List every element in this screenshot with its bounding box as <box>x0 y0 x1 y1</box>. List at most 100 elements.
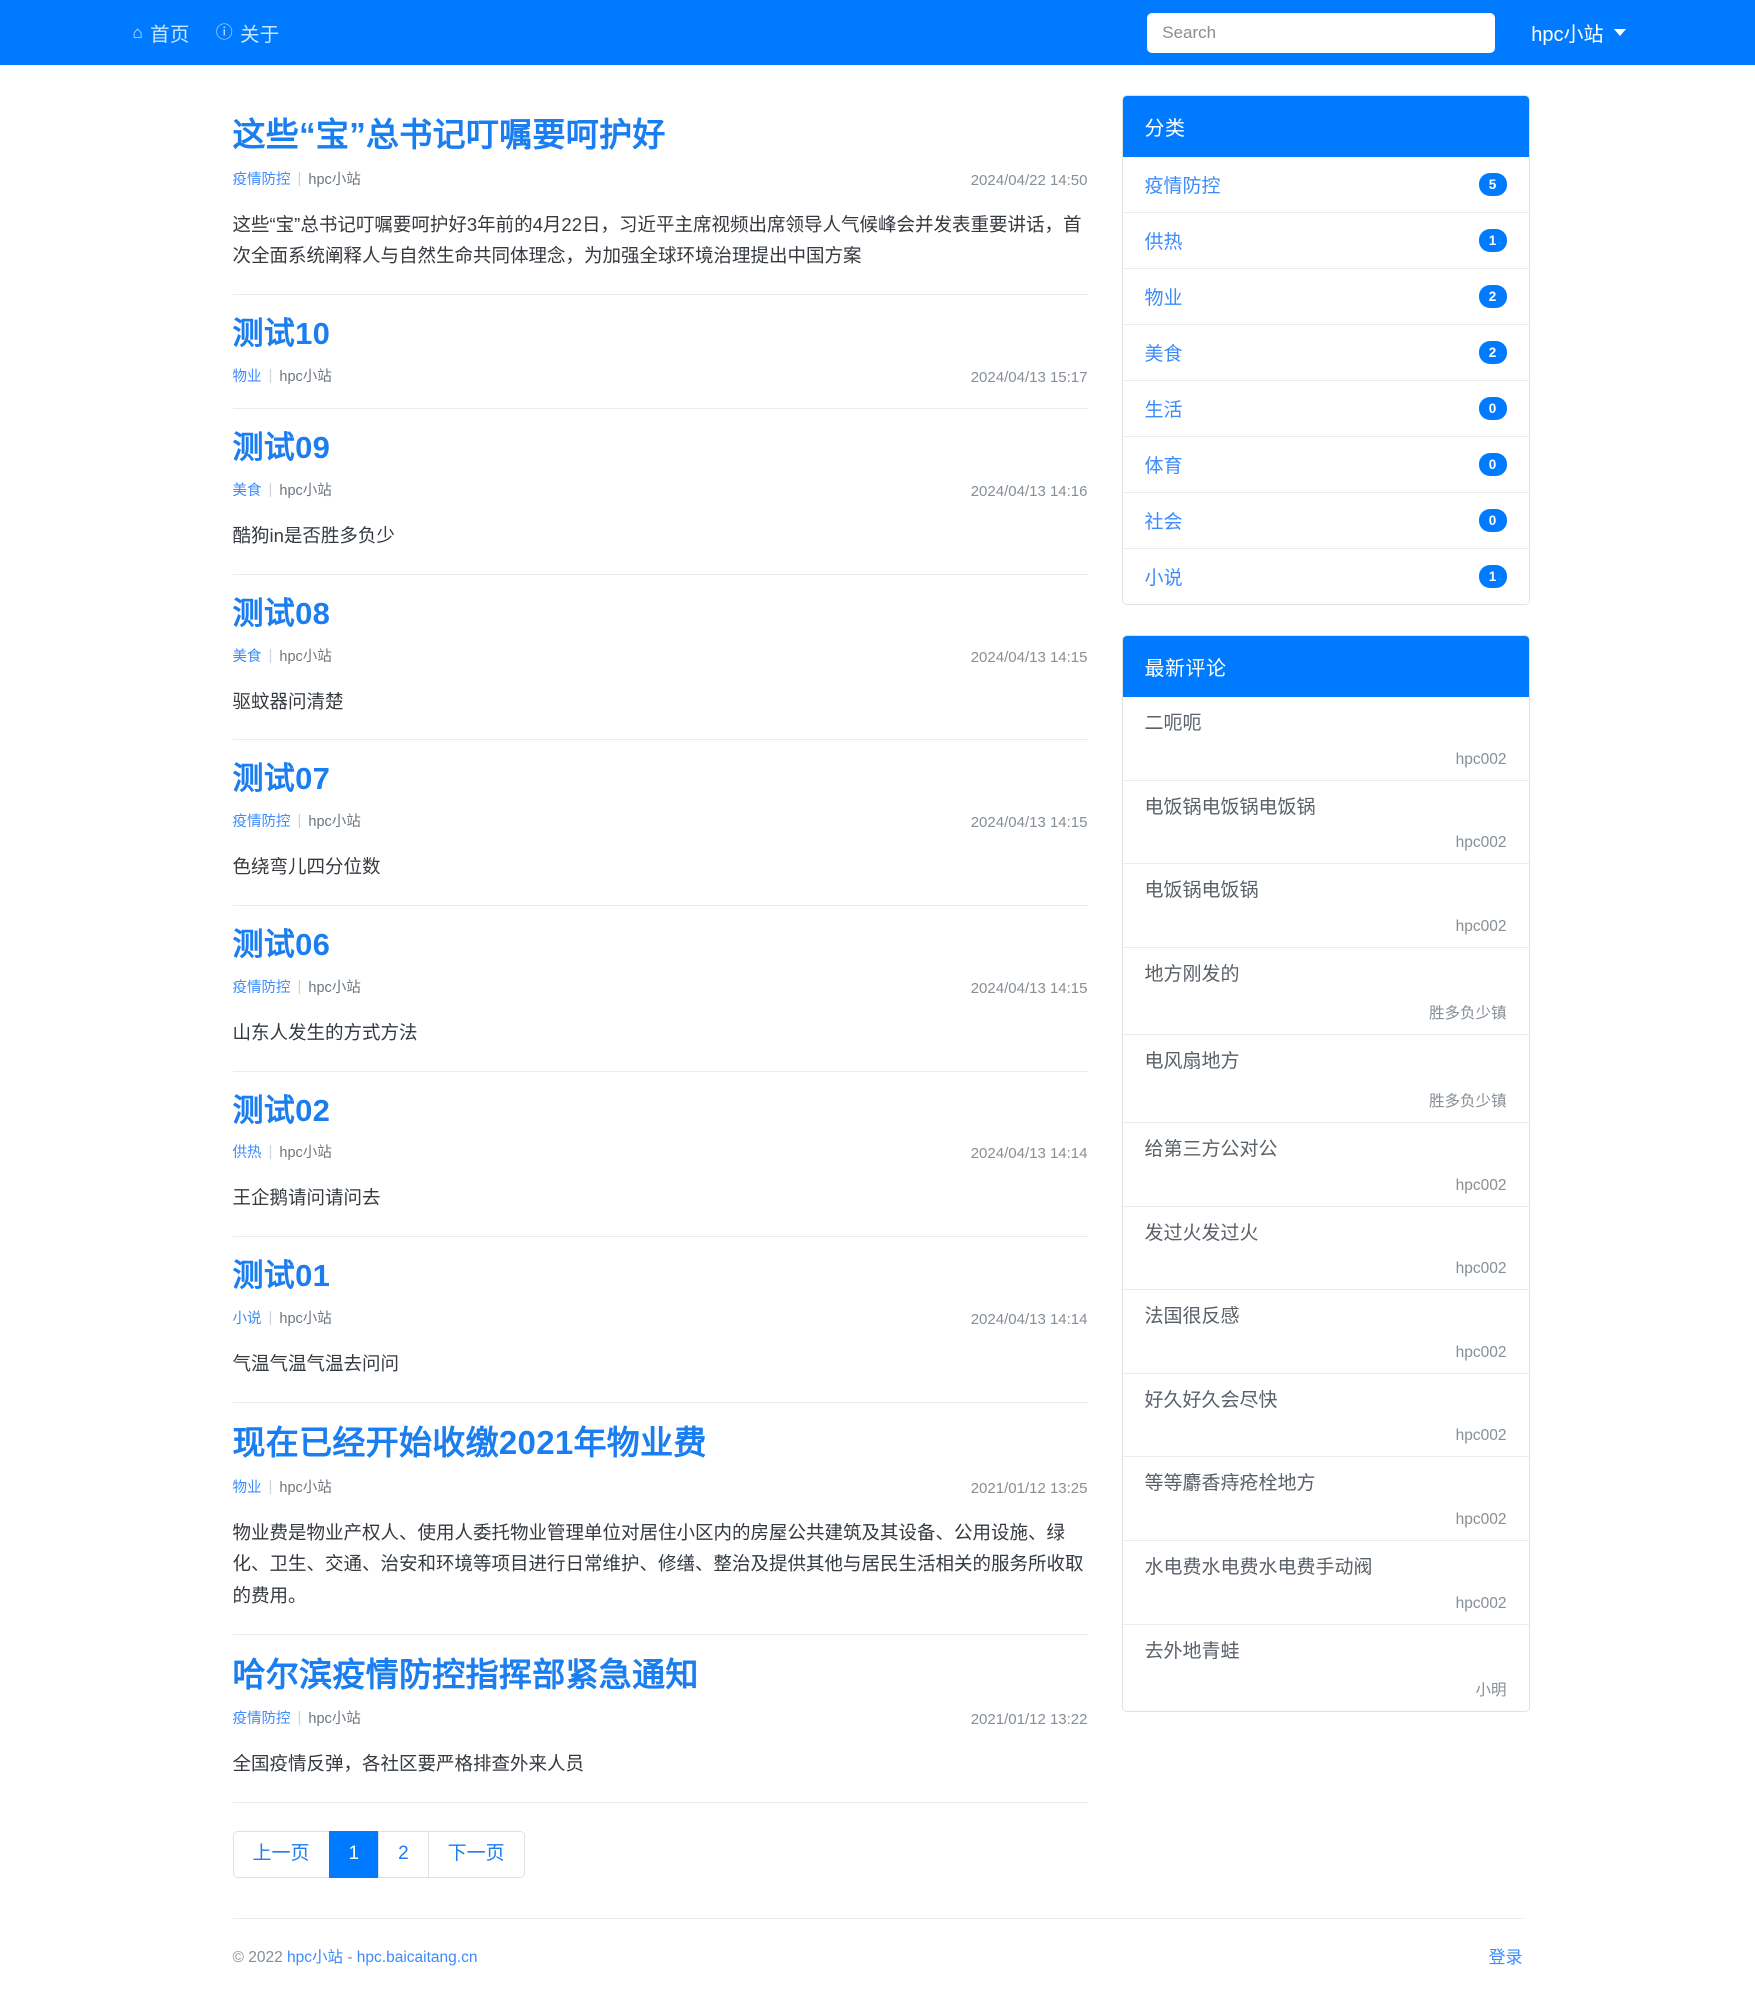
page-container: 这些“宝”总书记叮嘱要呵护好 疫情防控 | hpc小站 2024/04/22 1… <box>232 65 1530 1879</box>
comment-author: 胜多负少镇 <box>1428 1005 1507 1023</box>
article-meta: 小说 | hpc小站 2024/04/13 14:14 <box>233 1307 1088 1328</box>
article-author: hpc小站 <box>279 648 332 665</box>
sidebar-item-tiyu[interactable]: 体育 0 <box>1122 436 1529 492</box>
article-author: hpc小站 <box>308 814 361 831</box>
comment-list-item[interactable]: 法国很反感 hpc002 <box>1122 1289 1529 1373</box>
meta-separator: | <box>268 646 273 664</box>
comment-list-item[interactable]: 好久好久会尽快 hpc002 <box>1122 1372 1529 1457</box>
nav-item-about[interactable]: ⓘ 关于 <box>216 18 280 47</box>
comment-list-item[interactable]: 地方刚发的 胜多负少镇 <box>1122 946 1529 1035</box>
article-category-link[interactable]: 疫情防控 <box>233 810 291 831</box>
article-author: hpc小站 <box>279 482 332 499</box>
comment-list-item[interactable]: 水电费水电费水电费手动阀 hpc002 <box>1122 1539 1529 1624</box>
article-title-link[interactable]: 现在已经开始收缴2021年物业费 <box>233 1421 1088 1466</box>
article-item: 测试08 美食 | hpc小站 2024/04/13 14:15 驱蚊器问清楚 <box>232 575 1088 741</box>
article-category-link[interactable]: 小说 <box>233 1307 262 1328</box>
article-category-link[interactable]: 疫情防控 <box>233 168 291 189</box>
comment-list-item[interactable]: 电饭锅电饭锅电饭锅 hpc002 <box>1122 779 1529 864</box>
article-summary: 这些“宝”总书记叮嘱要呵护好3年前的4月22日，习近平主席视频出席领导人气候峰会… <box>232 213 1082 267</box>
category-count-badge: 1 <box>1478 229 1507 252</box>
article-meta-left: 物业 | hpc小站 <box>233 1476 332 1497</box>
sidebar-item-wuye[interactable]: 物业 2 <box>1122 268 1529 324</box>
article-category-link[interactable]: 疫情防控 <box>233 1707 291 1728</box>
article-date: 2024/04/13 14:15 <box>970 979 1088 997</box>
article-meta-left: 美食 | hpc小站 <box>233 645 332 666</box>
nav-item-home[interactable]: ⌂ 首页 <box>133 18 190 47</box>
comment-list-item[interactable]: 发过火发过火 hpc002 <box>1122 1205 1529 1290</box>
article-category-link[interactable]: 美食 <box>233 645 262 666</box>
sidebar-item-meishi[interactable]: 美食 2 <box>1122 324 1529 380</box>
category-count-badge: 1 <box>1478 565 1507 588</box>
category-label: 生活 <box>1144 400 1183 421</box>
sidebar-item-xiaoshuo[interactable]: 小说 1 <box>1122 548 1529 604</box>
user-menu-button[interactable]: hpc小站 <box>1531 18 1626 47</box>
sidebar-item-gongre[interactable]: 供热 1 <box>1122 212 1529 268</box>
article-title-link[interactable]: 测试07 <box>233 758 1088 800</box>
article-category-link[interactable]: 物业 <box>233 1476 262 1497</box>
sidebar-item-yiqingfangkong[interactable]: 疫情防控 5 <box>1122 157 1529 212</box>
comment-text: 水电费水电费水电费手动阀 <box>1144 1556 1373 1578</box>
article-category-link[interactable]: 疫情防控 <box>233 976 291 997</box>
article-item: 哈尔滨疫情防控指挥部紧急通知 疫情防控 | hpc小站 2021/01/12 1… <box>232 1635 1088 1804</box>
pagination-page-1[interactable]: 1 <box>328 1831 380 1879</box>
sidebar-item-shehui[interactable]: 社会 0 <box>1122 492 1529 548</box>
comment-list-item[interactable]: 给第三方公对公 hpc002 <box>1122 1121 1529 1206</box>
article-date: 2024/04/22 14:50 <box>970 171 1088 189</box>
login-link[interactable]: 登录 <box>1489 1948 1523 1967</box>
comment-text: 地方刚发的 <box>1144 963 1240 985</box>
comment-author: hpc002 <box>1455 1427 1507 1445</box>
footer-actions: 登录 <box>1489 1943 1523 1968</box>
categories-card: 分类 疫情防控 5 供热 1 物业 2 美食 2 生活 0 体育 0 社会 0 … <box>1121 95 1530 605</box>
article-title-link[interactable]: 测试09 <box>233 427 1088 469</box>
footer-site-link[interactable]: hpc小站 <box>287 1949 343 1966</box>
meta-separator: | <box>268 1309 273 1327</box>
article-meta: 疫情防控 | hpc小站 2024/04/13 14:15 <box>233 810 1088 831</box>
pagination-next[interactable]: 下一页 <box>427 1831 525 1879</box>
article-meta: 疫情防控 | hpc小站 2021/01/12 13:22 <box>233 1707 1088 1728</box>
article-meta-left: 美食 | hpc小站 <box>233 479 332 500</box>
article-title-link[interactable]: 哈尔滨疫情防控指挥部紧急通知 <box>233 1653 1088 1698</box>
pagination-prev[interactable]: 上一页 <box>232 1831 330 1879</box>
article-category-link[interactable]: 美食 <box>233 479 262 500</box>
article-title-link[interactable]: 这些“宝”总书记叮嘱要呵护好 <box>233 113 1088 158</box>
user-menu-label: hpc小站 <box>1531 24 1604 46</box>
sidebar: 分类 疫情防控 5 供热 1 物业 2 美食 2 生活 0 体育 0 社会 0 … <box>1121 95 1530 1742</box>
article-author: hpc小站 <box>308 171 361 188</box>
comment-list-item[interactable]: 去外地青蛙 小明 <box>1122 1623 1529 1712</box>
article-title-link[interactable]: 测试08 <box>233 593 1088 635</box>
category-label: 小说 <box>1144 568 1183 589</box>
footer-domain-link[interactable]: hpc.baicaitang.cn <box>357 1949 478 1966</box>
article-category-link[interactable]: 供热 <box>233 1141 262 1162</box>
article-date: 2024/04/13 14:15 <box>970 814 1088 832</box>
comment-list-item[interactable]: 等等麝香痔疮栓地方 hpc002 <box>1122 1456 1529 1540</box>
navbar-links: ⌂ 首页 ⓘ 关于 <box>133 18 280 47</box>
search-input[interactable] <box>1147 12 1496 53</box>
article-date: 2024/04/13 14:14 <box>970 1311 1088 1329</box>
article-list: 这些“宝”总书记叮嘱要呵护好 疫情防控 | hpc小站 2024/04/22 1… <box>232 95 1088 1879</box>
comment-list-item[interactable]: 电饭锅电饭锅 hpc002 <box>1122 863 1529 947</box>
comment-author: hpc002 <box>1455 1176 1507 1194</box>
category-label: 疫情防控 <box>1144 176 1221 197</box>
sidebar-item-shenghuo[interactable]: 生活 0 <box>1122 380 1529 436</box>
pagination-page-2[interactable]: 2 <box>378 1831 429 1879</box>
article-meta: 物业 | hpc小站 2024/04/13 15:17 <box>233 365 1088 386</box>
article-item: 测试02 供热 | hpc小站 2024/04/13 14:14 王企鹅请问请问… <box>232 1072 1088 1238</box>
comment-list-item[interactable]: 二呃呃 hpc002 <box>1123 697 1529 780</box>
category-count-badge: 5 <box>1478 173 1507 196</box>
category-count-badge: 0 <box>1478 397 1507 420</box>
article-title-link[interactable]: 测试02 <box>233 1090 1088 1132</box>
article-item: 这些“宝”总书记叮嘱要呵护好 疫情防控 | hpc小站 2024/04/22 1… <box>232 95 1088 296</box>
article-category-link[interactable]: 物业 <box>233 365 262 386</box>
comment-list-item[interactable]: 电风扇地方 胜多负少镇 <box>1122 1034 1529 1122</box>
category-label: 美食 <box>1144 344 1183 365</box>
article-title-link[interactable]: 测试06 <box>233 924 1088 966</box>
meta-separator: | <box>297 1709 302 1727</box>
article-title-link[interactable]: 测试01 <box>233 1255 1088 1297</box>
comment-text: 电风扇地方 <box>1144 1051 1240 1073</box>
article-summary: 酷狗in是否胜多负少 <box>232 524 395 546</box>
article-meta-left: 疫情防控 | hpc小站 <box>233 976 361 997</box>
category-count-badge: 0 <box>1478 453 1507 476</box>
article-meta-left: 供热 | hpc小站 <box>233 1141 332 1162</box>
article-title-link[interactable]: 测试10 <box>233 313 1088 355</box>
category-label: 体育 <box>1144 456 1183 477</box>
